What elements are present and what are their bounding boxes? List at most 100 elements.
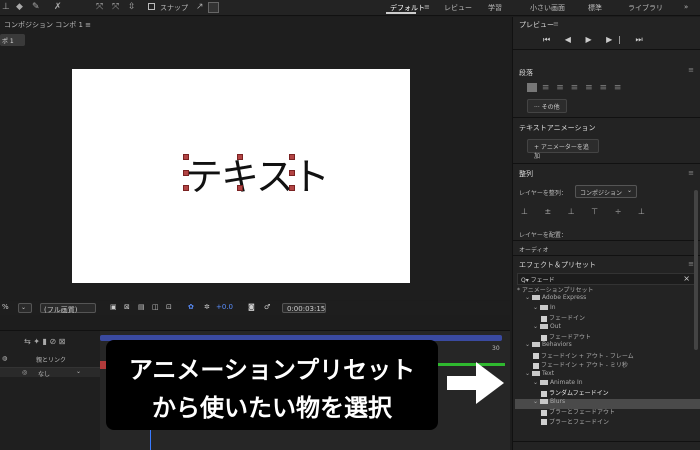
- parent-pickwhip-icon[interactable]: ◎: [22, 369, 27, 376]
- chevron-down-icon[interactable]: ⌄: [533, 398, 540, 405]
- right-panel-scrollbar[interactable]: [694, 190, 698, 350]
- align-left-icon[interactable]: [527, 83, 537, 92]
- effects-search-input[interactable]: Q▾ フェード: [517, 273, 695, 285]
- tree-item-label: フェードイン + アウト - ミリ秒: [541, 362, 628, 370]
- puppet-tool-icon[interactable]: ✗: [54, 2, 62, 12]
- chevron-down-icon[interactable]: ⌄: [533, 323, 540, 330]
- folder-item[interactable]: ⌄ Text: [525, 370, 554, 377]
- align-to-dropdown[interactable]: コンポジション ⌄: [575, 185, 637, 198]
- workspace-review[interactable]: レビュー: [444, 3, 472, 13]
- eraser-tool-icon[interactable]: ◆: [16, 2, 23, 12]
- preset-item[interactable]: フェードイン + アウト - ミリ秒: [533, 360, 628, 369]
- composition-canvas[interactable]: テキスト: [72, 69, 410, 283]
- preset-item[interactable]: ランダムフェードイン: [541, 388, 609, 397]
- chevron-down-icon: ⌄: [626, 187, 632, 194]
- parent-dropdown-chevron-icon[interactable]: ⌄: [76, 368, 81, 375]
- folder-item[interactable]: ⌄ In: [533, 304, 556, 311]
- search-icon: Q▾: [521, 277, 531, 284]
- resolution-dropdown[interactable]: (フル画質): [40, 303, 96, 314]
- chevron-down-icon[interactable]: ⌄: [533, 379, 540, 386]
- workspace-small-screen[interactable]: 小さい画面: [530, 3, 565, 13]
- guides-icon[interactable]: ▤: [138, 303, 145, 311]
- show-snapshot-icon[interactable]: ♂: [264, 303, 270, 311]
- paragraph-align-buttons[interactable]: ≡ ≡ ≡ ≡ ≡ ≡: [527, 83, 623, 93]
- color-management-icon[interactable]: ✿: [188, 303, 194, 311]
- chevron-down-icon[interactable]: ⌄: [533, 304, 540, 311]
- folder-item[interactable]: ⌄ Out: [533, 323, 561, 330]
- chevron-down-icon[interactable]: ⌄: [525, 341, 532, 348]
- workspace-menu-icon[interactable]: ≡: [424, 3, 430, 11]
- preset-item[interactable]: フェードイン + アウト - フレーム: [533, 351, 634, 360]
- region-of-interest-icon[interactable]: ▣: [110, 303, 117, 311]
- layer-row[interactable]: ◎ なし ⌄: [0, 367, 100, 378]
- timecode-field[interactable]: 0:00:03:15: [282, 303, 326, 313]
- preview-controls[interactable]: ⏮ ◀ ▶ ▶| ⏭: [543, 35, 649, 45]
- timecode-value: 0:00:03:15: [287, 305, 326, 313]
- workspace-standard[interactable]: 標準: [588, 3, 602, 13]
- tree-item-label: Text: [541, 369, 555, 377]
- instruction-overlay: アニメーションプリセット から使いたい物を選択: [106, 340, 438, 430]
- axis-view-icon[interactable]: ⇳: [128, 2, 136, 12]
- snap-mode-icon[interactable]: ↗: [196, 2, 204, 12]
- viewer-controls-bar: % ⌄ (フル画質) ▣ ⊠ ▤ ◫ ⊡ ✿ ✲ +0.0 ◙ ♂ 0:00:0…: [0, 301, 510, 315]
- snapshot-icon[interactable]: ◙: [248, 303, 255, 311]
- preset-item[interactable]: フェードイン: [541, 313, 585, 322]
- mask-visibility-icon[interactable]: ◫: [152, 303, 159, 311]
- timeline-toolbar-icons[interactable]: ⇆ ✦ ▮ ⊘ ⊠: [24, 337, 65, 346]
- composition-tab[interactable]: ポ 1: [0, 34, 25, 46]
- folder-item[interactable]: ⌄ Behaviors: [525, 341, 572, 348]
- folder-item[interactable]: * アニメーションプリセット: [517, 285, 594, 294]
- add-animator-button[interactable]: + アニメーターを追加: [527, 139, 599, 160]
- snap-label: スナップ: [160, 4, 188, 12]
- transform-handle[interactable]: [183, 154, 189, 160]
- transform-handle[interactable]: [289, 170, 295, 176]
- text-layer[interactable]: テキスト: [185, 146, 330, 201]
- preset-icon: [533, 353, 539, 360]
- chevron-down-icon[interactable]: ⌄: [525, 294, 532, 301]
- folder-item[interactable]: ⌄ Blurs: [533, 398, 565, 405]
- paragraph-panel-menu-icon[interactable]: ≡: [688, 66, 694, 74]
- channel-icon[interactable]: ⊡: [166, 303, 172, 311]
- transform-handle[interactable]: [237, 185, 243, 191]
- preset-item[interactable]: ブラーとフェードアウト: [541, 407, 615, 416]
- snap-options-button[interactable]: [208, 2, 219, 13]
- parent-column-header: 親とリンク: [36, 357, 67, 364]
- zoom-dropdown[interactable]: ⌄: [18, 303, 32, 313]
- clone-tool-icon[interactable]: ✎: [32, 2, 40, 12]
- transparency-grid-icon[interactable]: ⊠: [124, 303, 130, 311]
- tree-item-label: In: [549, 303, 556, 311]
- axis-local-icon[interactable]: ⤧: [112, 2, 119, 12]
- tree-item-label: Behaviors: [541, 341, 572, 349]
- right-panel-stack: プレビュー ≡ ⏮ ◀ ▶ ▶| ⏭ 段落 ≡ ≡ ≡ ≡ ≡ ≡ ≡ ··· …: [512, 17, 700, 450]
- chevron-down-icon[interactable]: ⌄: [525, 370, 532, 377]
- workspace-libraries[interactable]: ライブラリ: [628, 3, 663, 13]
- preset-icon: [541, 419, 547, 426]
- clear-search-icon[interactable]: ×: [683, 274, 690, 283]
- pointer-arrow-icon: [447, 376, 477, 390]
- preset-item[interactable]: ブラーとフェードイン: [541, 417, 609, 426]
- transform-handle[interactable]: [289, 185, 295, 191]
- pen-tool-icon[interactable]: ⊥: [2, 2, 10, 12]
- snap-checkbox[interactable]: [148, 3, 155, 10]
- workspace-overflow[interactable]: »: [684, 3, 688, 11]
- transform-handle[interactable]: [289, 154, 295, 160]
- folder-item[interactable]: ⌄ Animate In: [533, 379, 583, 386]
- exposure-icon[interactable]: ✲: [204, 303, 210, 311]
- axis-icon[interactable]: ⤧: [96, 2, 103, 12]
- align-buttons[interactable]: ⊥ ± ⊥ ⊤ ÷ ⊥: [521, 207, 652, 216]
- preset-item[interactable]: フェードアウト: [541, 332, 591, 341]
- parent-dropdown-value[interactable]: なし: [38, 369, 50, 378]
- transform-handle[interactable]: [237, 154, 243, 160]
- folder-item[interactable]: ⌄ Adobe Express: [525, 294, 586, 301]
- align-panel-menu-icon[interactable]: ≡: [688, 169, 694, 177]
- transform-handle[interactable]: [183, 170, 189, 176]
- exposure-value[interactable]: +0.0: [216, 303, 233, 311]
- overlay-line-1: アニメーションプリセット: [128, 356, 416, 384]
- workspace-learn[interactable]: 学習: [488, 3, 502, 13]
- preview-panel-title: プレビュー: [519, 21, 554, 29]
- more-options-button[interactable]: ··· その他: [527, 99, 567, 113]
- preview-panel-menu-icon[interactable]: ≡: [553, 20, 559, 28]
- transform-handle[interactable]: [183, 185, 189, 191]
- audio-panel-title[interactable]: オーディオ: [519, 245, 549, 254]
- tree-item-label: Out: [549, 322, 561, 330]
